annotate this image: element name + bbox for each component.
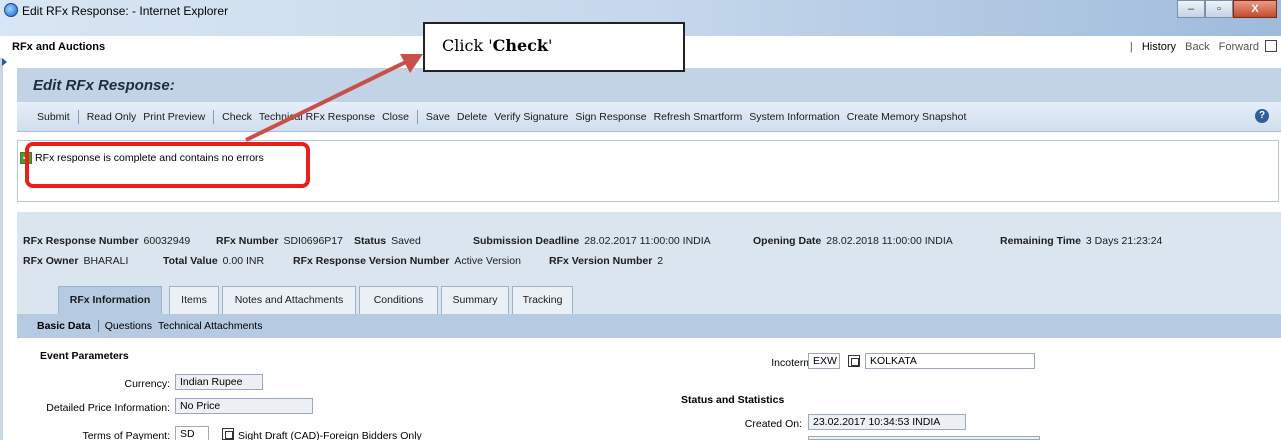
- callout-bold: Check: [492, 36, 548, 55]
- arrow-line: [245, 58, 411, 142]
- callout-prefix: Click ': [442, 36, 493, 55]
- callout-suffix: ': [548, 36, 553, 55]
- callout-box: Click 'Check': [423, 22, 685, 72]
